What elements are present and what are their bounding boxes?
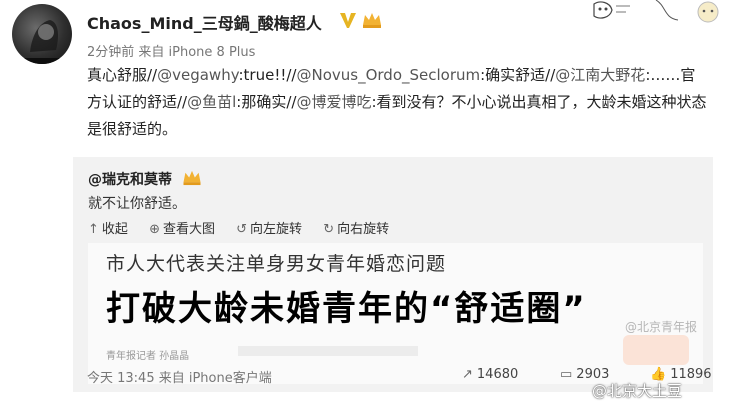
- body-text: :确实舒适//: [480, 66, 556, 84]
- rotate-left-icon: ↺: [236, 222, 248, 237]
- news-text-line: [238, 346, 418, 356]
- post-meta: 2分钟前 来自 iPhone 8 Plus: [87, 45, 256, 60]
- comment-icon: ▭: [560, 367, 573, 382]
- body-text: :那确实//: [236, 93, 297, 111]
- repost-author[interactable]: @瑞克和莫蒂: [88, 169, 172, 189]
- rotate-left-label: 向左旋转: [250, 222, 303, 237]
- cartoon-banner-graphic: [593, 0, 719, 23]
- rotate-right-icon: ↻: [323, 222, 335, 237]
- rotate-left-button[interactable]: ↺ 向左旋转: [236, 218, 302, 237]
- mention-link[interactable]: @vegawhy: [157, 66, 238, 84]
- post-body: 真心舒服//@vegawhy:true!!//@Novus_Ordo_Seclo…: [87, 62, 707, 143]
- weibo-watermark: @北京大土豆: [592, 382, 683, 400]
- avatar[interactable]: [12, 4, 72, 64]
- news-caption: 青年报记者 孙晶晶: [106, 351, 190, 362]
- view-large-button[interactable]: ⊕ 查看大图: [149, 218, 215, 237]
- collapse-button[interactable]: ↑ 收起: [88, 218, 128, 237]
- mention-link[interactable]: @Novus_Ordo_Seclorum: [296, 66, 480, 84]
- zoom-icon: ⊕: [149, 222, 160, 237]
- body-text: :true!!//: [238, 66, 297, 84]
- vip-verified-icon: [340, 13, 356, 28]
- repost-icon: ↗: [462, 367, 473, 382]
- rotate-right-label: 向右旋转: [337, 222, 390, 237]
- footer-meta: 今天 13:45 来自 iPhone客户端: [87, 371, 272, 386]
- image-toolbar: ↑ 收起 ⊕ 查看大图 ↺ 向左旋转 ↻ 向右旋转: [88, 218, 406, 237]
- news-subtitle: 市人大代表关注单身男女青年婚恋问题: [106, 253, 447, 275]
- image-watermark: @北京青年报: [624, 320, 697, 334]
- news-headline: 打破大龄未婚青年的“舒适圈”: [106, 289, 587, 329]
- rotate-right-button[interactable]: ↻ 向右旋转: [323, 218, 389, 237]
- collapse-label: 收起: [101, 222, 128, 237]
- reposted-content: @瑞克和莫蒂 就不让你舒适。 ↑ 收起 ⊕ 查看大图 ↺ 向左旋转 ↻ 向右旋转 市人大…: [73, 157, 713, 392]
- body-text: 真心舒服//: [87, 66, 158, 84]
- weibo-post: Chaos_Mind_三母鍋_酸梅超人 2分钟前 来自 iPhone 8 Plu…: [0, 0, 736, 410]
- membership-crown-icon: [363, 13, 381, 28]
- repost-text: 就不让你舒适。: [88, 196, 186, 212]
- news-stamp: [623, 335, 689, 365]
- collapse-icon: ↑: [88, 222, 99, 237]
- username[interactable]: Chaos_Mind_三母鍋_酸梅超人: [87, 10, 322, 34]
- repost-count: 14680: [476, 367, 519, 382]
- mention-link[interactable]: @鱼苗l: [187, 93, 236, 111]
- membership-crown-icon: [183, 170, 201, 186]
- mention-link[interactable]: @博爱博吃: [296, 93, 371, 111]
- view-large-label: 查看大图: [162, 222, 215, 237]
- repost-button[interactable]: ↗ 14680: [462, 367, 518, 382]
- mention-link[interactable]: @江南大野花: [555, 66, 645, 84]
